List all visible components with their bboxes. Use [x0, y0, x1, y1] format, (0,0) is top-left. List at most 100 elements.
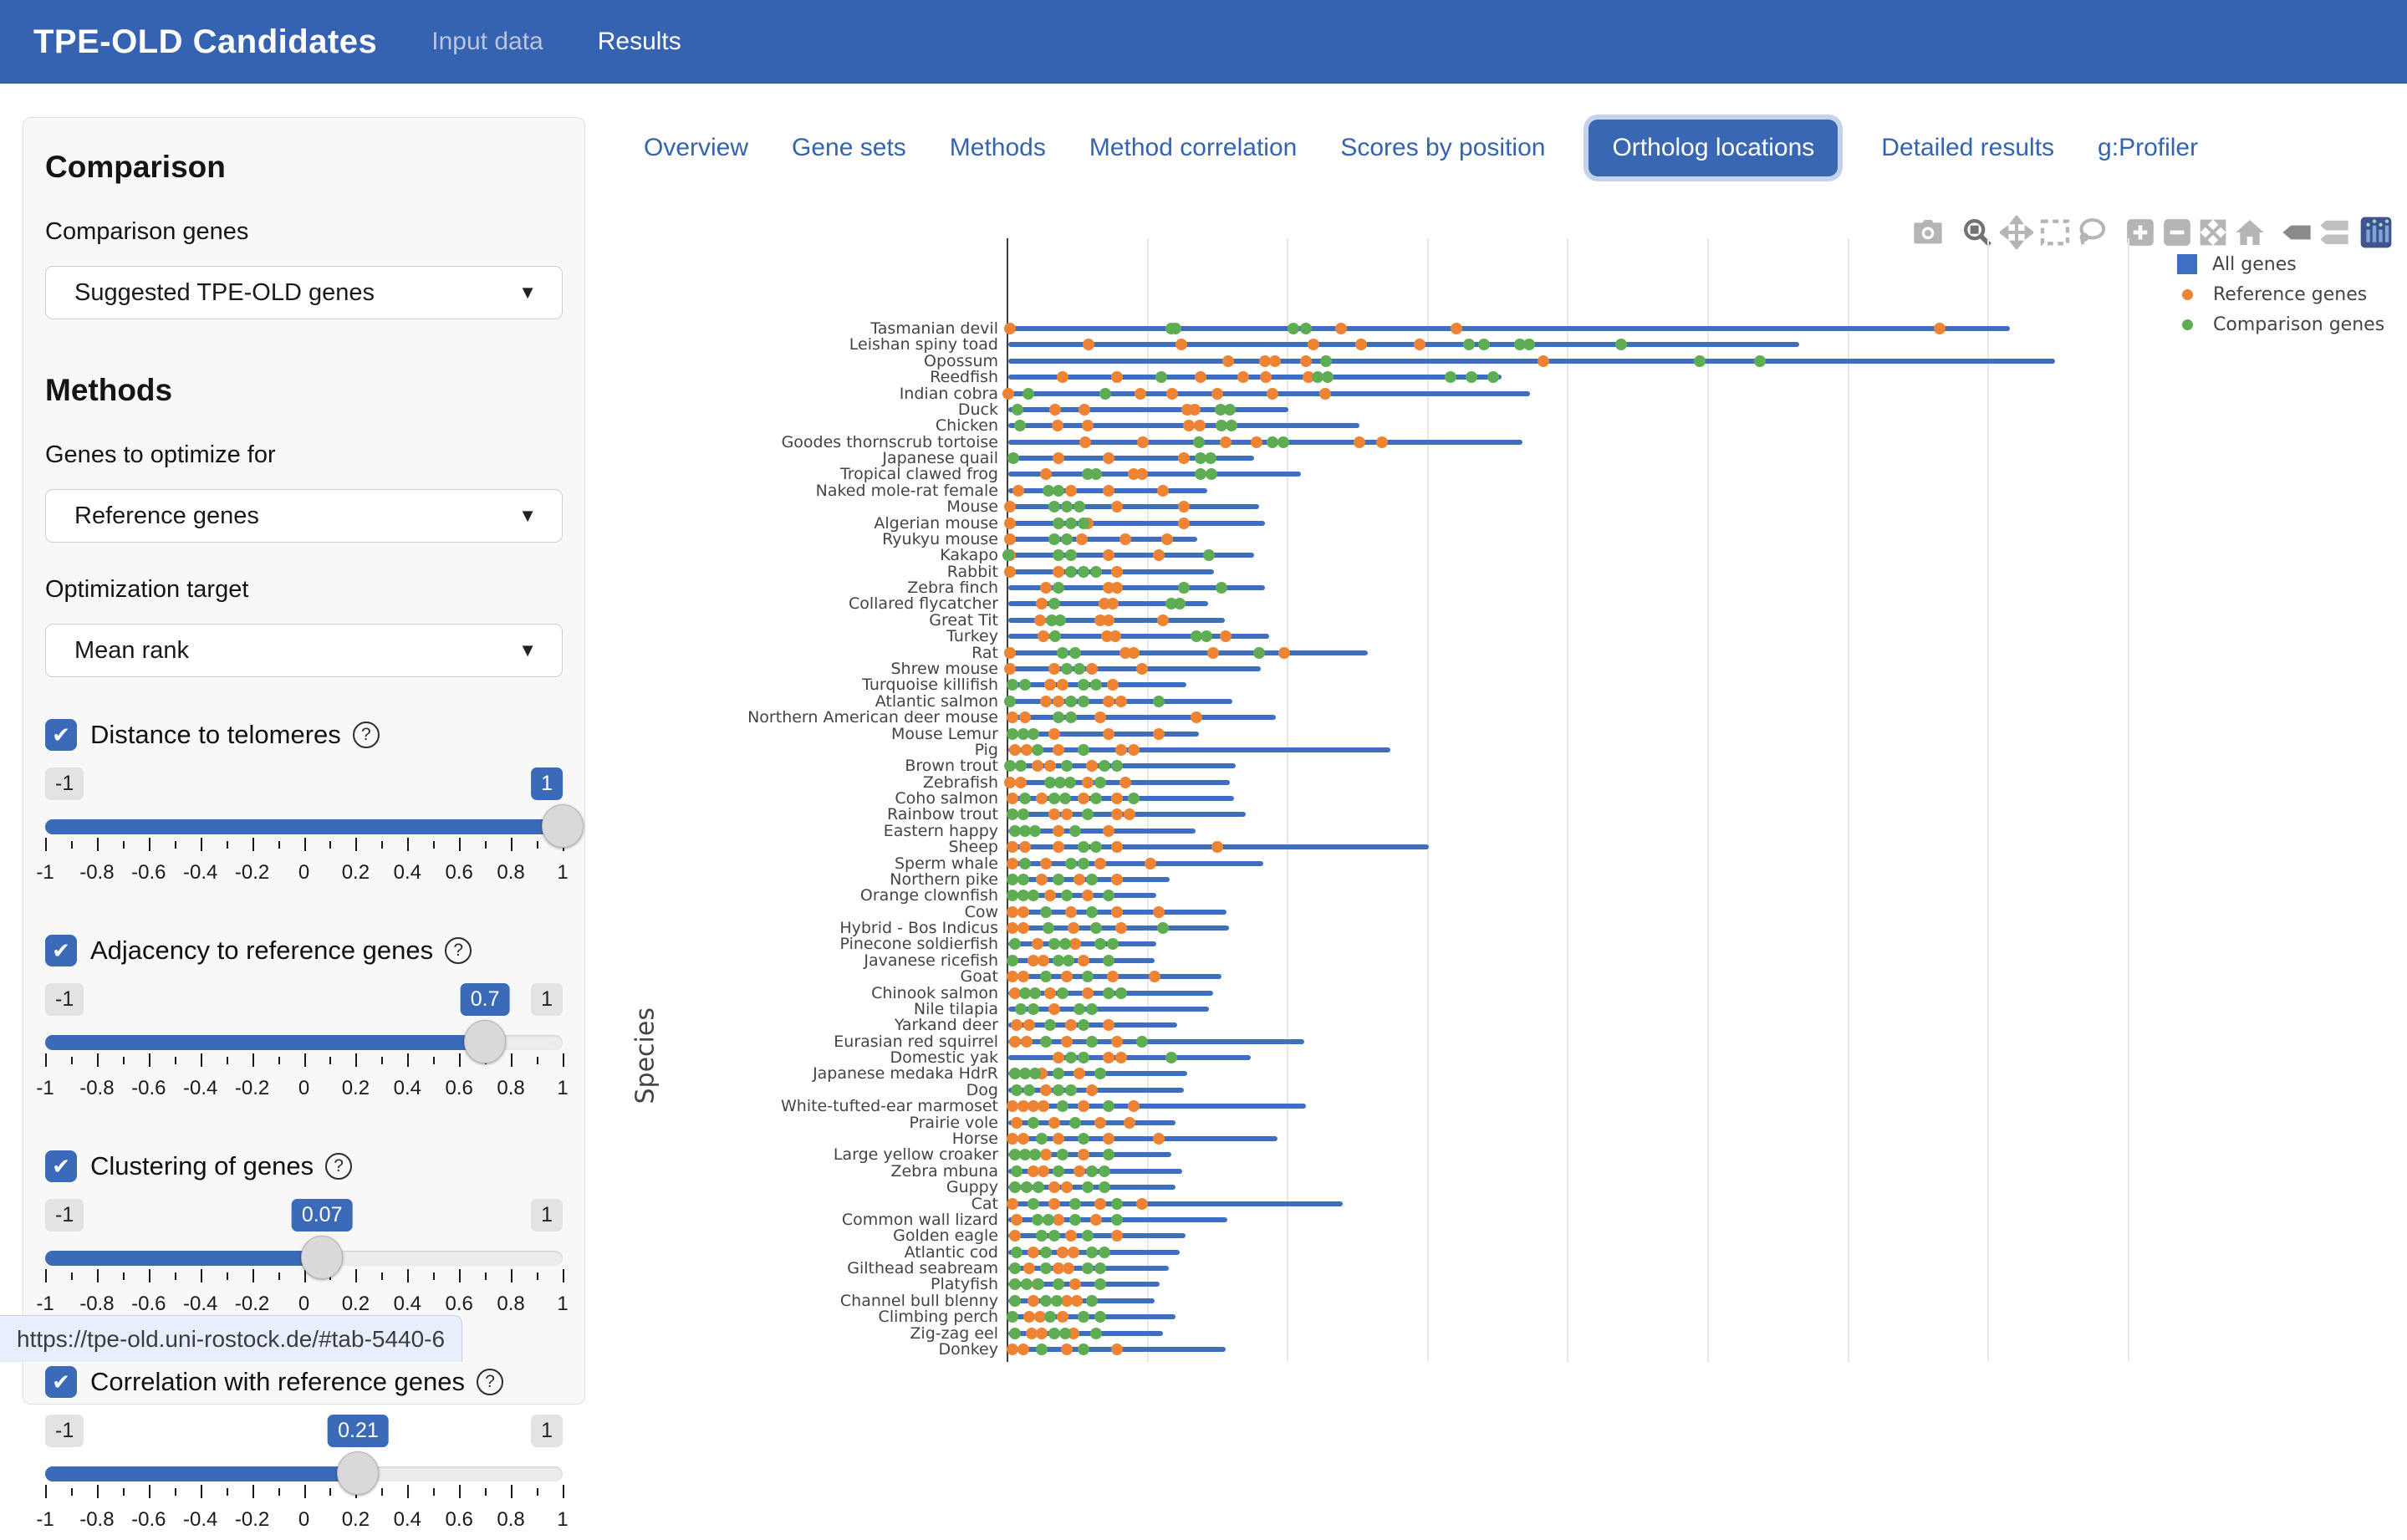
checkbox-correlation-with-reference-genes[interactable]: ✔: [45, 1366, 77, 1398]
reference-gene-dot: [1267, 388, 1278, 400]
comparison-gene-dot: [1174, 598, 1186, 609]
slider-tick: [329, 1488, 331, 1496]
reference-gene-dot: [1136, 663, 1148, 675]
comparison-gene-dot: [1288, 323, 1299, 334]
reference-gene-dot: [1178, 501, 1190, 512]
reference-gene-dot: [1069, 1278, 1081, 1290]
slider-tick: [381, 1488, 383, 1496]
comparison-gene-dot: [1017, 874, 1029, 885]
comparison-gene-dot: [1193, 436, 1205, 448]
reference-gene-dot: [1094, 1198, 1106, 1210]
comparison-gene-dot: [1029, 1068, 1041, 1079]
reference-gene-dot: [1057, 1247, 1068, 1258]
slider-tick-label: 1: [557, 1508, 568, 1532]
comparison-gene-dot: [1009, 1328, 1021, 1339]
comparison-gene-dot: [1028, 1117, 1039, 1129]
reference-gene-dot: [1038, 630, 1049, 642]
chromosome-line: [1008, 456, 1254, 461]
slider-tick: [407, 1485, 409, 1498]
comparison-gene-dot: [1029, 1149, 1041, 1160]
comparison-gene-dot: [1099, 1165, 1110, 1177]
reference-gene-dot: [1007, 922, 1018, 934]
comparison-gene-dot: [1043, 1214, 1054, 1226]
reference-gene-dot: [1111, 906, 1123, 918]
chromosome-line: [1008, 941, 1156, 946]
reference-gene-dot: [1086, 760, 1098, 772]
reference-gene-dot: [1136, 468, 1148, 480]
comparison-gene-dot: [1157, 922, 1169, 934]
slider-tick-label: -0.6: [131, 1508, 166, 1532]
reference-gene-dot: [1078, 955, 1089, 966]
comparison-gene-dot: [1300, 323, 1312, 334]
reference-gene-dot: [1007, 1344, 1018, 1355]
reference-gene-dot: [1082, 890, 1094, 901]
comparison-gene-dot: [1053, 549, 1064, 561]
comparison-gene-dot: [1103, 1149, 1114, 1160]
comparison-gene-dot: [1048, 793, 1060, 804]
reference-gene-dot: [1053, 566, 1064, 578]
comparison-gene-dot: [1090, 793, 1102, 804]
comparison-gene-dot: [1099, 1247, 1110, 1258]
reference-gene-dot: [1319, 388, 1331, 400]
reference-gene-dot: [1149, 971, 1160, 982]
comparison-gene-dot: [1086, 1003, 1098, 1015]
reference-gene-dot: [1004, 501, 1016, 512]
reference-gene-dot: [1017, 1344, 1029, 1355]
comparison-gene-dot: [1021, 1278, 1033, 1290]
comparison-gene-dot: [1445, 371, 1456, 383]
reference-gene-dot: [1048, 1181, 1060, 1193]
reference-gene-dot: [1044, 760, 1056, 772]
reference-gene-dot: [1076, 533, 1088, 545]
slider-correlation-with-reference-genes[interactable]: -110.21-1-0.8-0.6-0.4-0.200.20.40.60.81: [45, 1415, 563, 1540]
reference-gene-dot: [1048, 808, 1060, 820]
reference-gene-dot: [1103, 696, 1114, 707]
slider-fill: [45, 1466, 358, 1481]
comparison-gene-dot: [1082, 808, 1094, 820]
reference-gene-dot: [1082, 420, 1094, 431]
comparison-gene-dot: [1036, 1133, 1048, 1145]
chromosome-line: [1008, 666, 1261, 671]
reference-gene-dot: [1178, 518, 1190, 529]
slider-tick: [123, 1488, 125, 1496]
reference-gene-dot: [1153, 1133, 1165, 1145]
slider-handle[interactable]: [542, 804, 584, 848]
comparison-gene-dot: [1007, 679, 1018, 691]
reference-gene-dot: [1376, 436, 1388, 448]
comparison-gene-dot: [1069, 1117, 1081, 1129]
comparison-gene-dot: [1107, 938, 1119, 950]
comparison-gene-dot: [1065, 549, 1077, 561]
comparison-gene-dot: [1044, 1019, 1056, 1031]
slider-handle[interactable]: [301, 1236, 343, 1279]
reference-gene-dot: [1069, 938, 1081, 950]
help-icon[interactable]: ?: [477, 1369, 503, 1395]
comparison-gene-dot: [1103, 1100, 1114, 1112]
reference-gene-dot: [1053, 841, 1064, 853]
comparison-gene-dot: [1078, 858, 1089, 869]
comparison-gene-dot: [1040, 1295, 1052, 1307]
chromosome-line: [1008, 747, 1390, 752]
slider-tick-label: -0.2: [235, 1508, 269, 1532]
comparison-gene-dot: [1019, 793, 1031, 804]
reference-gene-dot: [1153, 906, 1165, 918]
comparison-gene-dot: [1011, 1084, 1022, 1096]
comparison-gene-dot: [1040, 906, 1052, 918]
slider-handle[interactable]: [464, 1020, 506, 1063]
reference-gene-dot: [1017, 922, 1029, 934]
reference-gene-dot: [1012, 485, 1024, 497]
comparison-gene-dot: [1082, 1262, 1094, 1274]
comparison-gene-dot: [1090, 1328, 1102, 1339]
reference-gene-dot: [1007, 793, 1018, 804]
comparison-gene-dot: [1063, 955, 1074, 966]
slider-handle[interactable]: [337, 1451, 379, 1495]
x-gridline: [1707, 238, 1709, 1362]
comparison-gene-dot: [1103, 987, 1114, 999]
slider-tick-label: 0.8: [497, 1508, 524, 1532]
reference-gene-dot: [1078, 793, 1089, 804]
comparison-gene-dot: [1111, 1198, 1123, 1210]
comparison-gene-dot: [1048, 598, 1060, 609]
reference-gene-dot: [1078, 1149, 1089, 1160]
reference-gene-dot: [1124, 1117, 1135, 1129]
reference-gene-dot: [1251, 436, 1262, 448]
slider-tick-label: 0.2: [342, 1508, 370, 1532]
reference-gene-dot: [1032, 938, 1043, 950]
